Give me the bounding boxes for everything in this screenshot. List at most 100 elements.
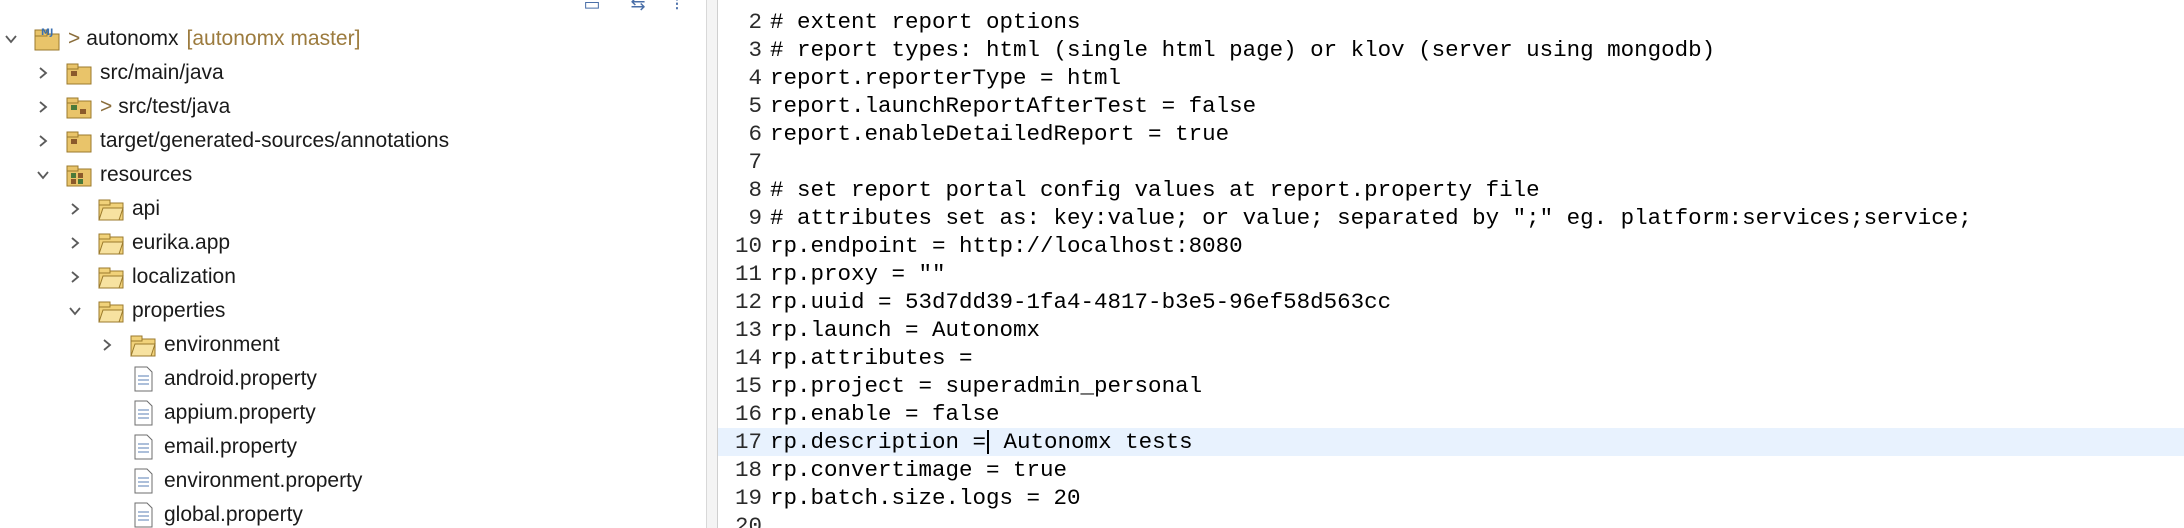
- collapse-all-icon[interactable]: ▭: [580, 0, 604, 14]
- editor-line[interactable]: 18 rp.convertimage = true: [718, 456, 2184, 484]
- line-text-after-caret: Autonomx tests: [990, 429, 1193, 455]
- line-text-before-caret: rp.description =: [770, 429, 987, 455]
- line-number: 6: [748, 121, 762, 147]
- line-text[interactable]: report.reporterType = html: [770, 65, 1121, 91]
- editor-line-current[interactable]: 17 rp.description = Autonomx tests: [718, 428, 2184, 456]
- line-number: 17: [734, 429, 762, 455]
- editor-line[interactable]: 6 report.enableDetailedReport = true: [718, 120, 2184, 148]
- file-icon: [128, 501, 158, 528]
- tree-item-label: global.property: [164, 503, 303, 526]
- line-text[interactable]: rp.uuid = 53d7dd39-1fa4-4817-b3e5-96ef58…: [770, 289, 1391, 315]
- line-text[interactable]: # attributes set as: key:value; or value…: [770, 205, 1972, 231]
- chevron-right-icon[interactable]: [32, 130, 54, 152]
- tree-item-label: environment: [164, 333, 280, 356]
- editor-line[interactable]: 2 # extent report options: [718, 8, 2184, 36]
- tree-item-eurika-app[interactable]: eurika.app: [64, 226, 230, 260]
- editor-line[interactable]: 4 report.reporterType = html: [718, 64, 2184, 92]
- line-number: 4: [748, 65, 762, 91]
- tree-item-label: appium.property: [164, 401, 316, 424]
- tree-item-project[interactable]: M J > autonomx [autonomx master]: [0, 22, 360, 56]
- chevron-right-icon[interactable]: [32, 62, 54, 84]
- editor-line[interactable]: 12 rp.uuid = 53d7dd39-1fa4-4817-b3e5-96ef…: [718, 288, 2184, 316]
- java-project-icon: M J: [32, 25, 62, 53]
- line-number: 8: [748, 177, 762, 203]
- editor-line[interactable]: 3 # report types: html (single html page)…: [718, 36, 2184, 64]
- chevron-right-icon[interactable]: [64, 198, 86, 220]
- line-text[interactable]: report.launchReportAfterTest = false: [770, 93, 1256, 119]
- chevron-down-icon[interactable]: [32, 164, 54, 186]
- editor-line[interactable]: 20: [718, 512, 2184, 528]
- line-number: 14: [734, 345, 762, 371]
- tree-item-label: localization: [132, 265, 236, 288]
- line-text[interactable]: rp.enable = false: [770, 401, 1000, 427]
- tree-item-email-property[interactable]: email.property: [128, 430, 297, 464]
- tree-item-label: src/test/java: [118, 95, 231, 118]
- text-caret: [987, 430, 990, 455]
- line-text[interactable]: # report types: html (single html page) …: [770, 37, 1715, 63]
- line-text[interactable]: rp.description = Autonomx tests: [770, 429, 1193, 455]
- tree-item-label: target/generated-sources/annotations: [100, 129, 450, 152]
- chevron-down-icon[interactable]: [64, 300, 86, 322]
- tree-item-label: eurika.app: [132, 231, 231, 254]
- tree-item-global-property[interactable]: global.property: [128, 498, 303, 528]
- folder-icon: [96, 195, 126, 223]
- tree-item-appium-property[interactable]: appium.property: [128, 396, 316, 430]
- explorer-toolbar: ▭ ⇆ ⁝: [580, 0, 682, 16]
- tree-item-api[interactable]: api: [64, 192, 160, 226]
- tree-item-label: android.property: [164, 367, 317, 390]
- file-icon: [128, 399, 158, 427]
- line-text[interactable]: rp.launch = Autonomx: [770, 317, 1040, 343]
- tree-item-environment-folder[interactable]: environment: [96, 328, 280, 362]
- line-text[interactable]: rp.batch.size.logs = 20: [770, 485, 1081, 511]
- tree-item-properties[interactable]: properties: [64, 294, 225, 328]
- chevron-right-icon[interactable]: [32, 96, 54, 118]
- chevron-right-icon[interactable]: [96, 334, 118, 356]
- tree-item-target-generated-sources[interactable]: target/generated-sources/annotations: [32, 124, 449, 158]
- line-text[interactable]: # extent report options: [770, 9, 1081, 35]
- line-number: 10: [734, 233, 762, 259]
- line-text[interactable]: rp.attributes =: [770, 345, 973, 371]
- line-number: 5: [748, 93, 762, 119]
- tree-item-resources[interactable]: resources: [32, 158, 192, 192]
- line-text[interactable]: rp.endpoint = http://localhost:8080: [770, 233, 1243, 259]
- link-with-editor-icon[interactable]: ⇆: [626, 0, 650, 14]
- tree-item-label: src/main/java: [100, 61, 224, 84]
- line-number: 9: [748, 205, 762, 231]
- tree-item-android-property[interactable]: android.property: [128, 362, 317, 396]
- tree-item-src-test-java[interactable]: > src/test/java: [32, 90, 230, 124]
- line-number: 11: [734, 261, 762, 287]
- editor-line[interactable]: 13 rp.launch = Autonomx: [718, 316, 2184, 344]
- code-editor[interactable]: 2 # extent report options 3 # report types…: [718, 0, 2184, 528]
- tree-item-label: environment.property: [164, 469, 363, 492]
- pane-splitter[interactable]: [706, 0, 718, 528]
- editor-line[interactable]: 7: [718, 148, 2184, 176]
- line-text[interactable]: report.enableDetailedReport = true: [770, 121, 1229, 147]
- line-text[interactable]: # set report portal config values at rep…: [770, 177, 1540, 203]
- editor-line[interactable]: 11 rp.proxy = "": [718, 260, 2184, 288]
- editor-line[interactable]: 5 report.launchReportAfterTest = false: [718, 92, 2184, 120]
- line-text[interactable]: rp.convertimage = true: [770, 457, 1067, 483]
- line-text[interactable]: rp.proxy = "": [770, 261, 946, 287]
- file-icon: [128, 433, 158, 461]
- line-number: 16: [734, 401, 762, 427]
- line-text[interactable]: rp.project = superadmin_personal: [770, 373, 1202, 399]
- tree-item-localization[interactable]: localization: [64, 260, 236, 294]
- editor-line[interactable]: 19 rp.batch.size.logs = 20: [718, 484, 2184, 512]
- resource-folder-icon: [64, 161, 94, 189]
- editor-line[interactable]: 10 rp.endpoint = http://localhost:8080: [718, 232, 2184, 260]
- line-number: 20: [734, 513, 762, 528]
- editor-line[interactable]: 9 # attributes set as: key:value; or valu…: [718, 204, 2184, 232]
- tree-item-src-main-java[interactable]: src/main/java: [32, 56, 224, 90]
- view-menu-icon[interactable]: ⁝: [672, 0, 682, 14]
- editor-line[interactable]: 16 rp.enable = false: [718, 400, 2184, 428]
- chevron-right-icon[interactable]: [64, 232, 86, 254]
- file-icon: [128, 365, 158, 393]
- editor-line[interactable]: 14 rp.attributes =: [718, 344, 2184, 372]
- chevron-right-icon[interactable]: [64, 266, 86, 288]
- tree-item-label: properties: [132, 299, 226, 322]
- line-number: 19: [734, 485, 762, 511]
- chevron-down-icon[interactable]: [0, 28, 22, 50]
- editor-line[interactable]: 8 # set report portal config values at re…: [718, 176, 2184, 204]
- tree-item-environment-property[interactable]: environment.property: [128, 464, 362, 498]
- editor-line[interactable]: 15 rp.project = superadmin_personal: [718, 372, 2184, 400]
